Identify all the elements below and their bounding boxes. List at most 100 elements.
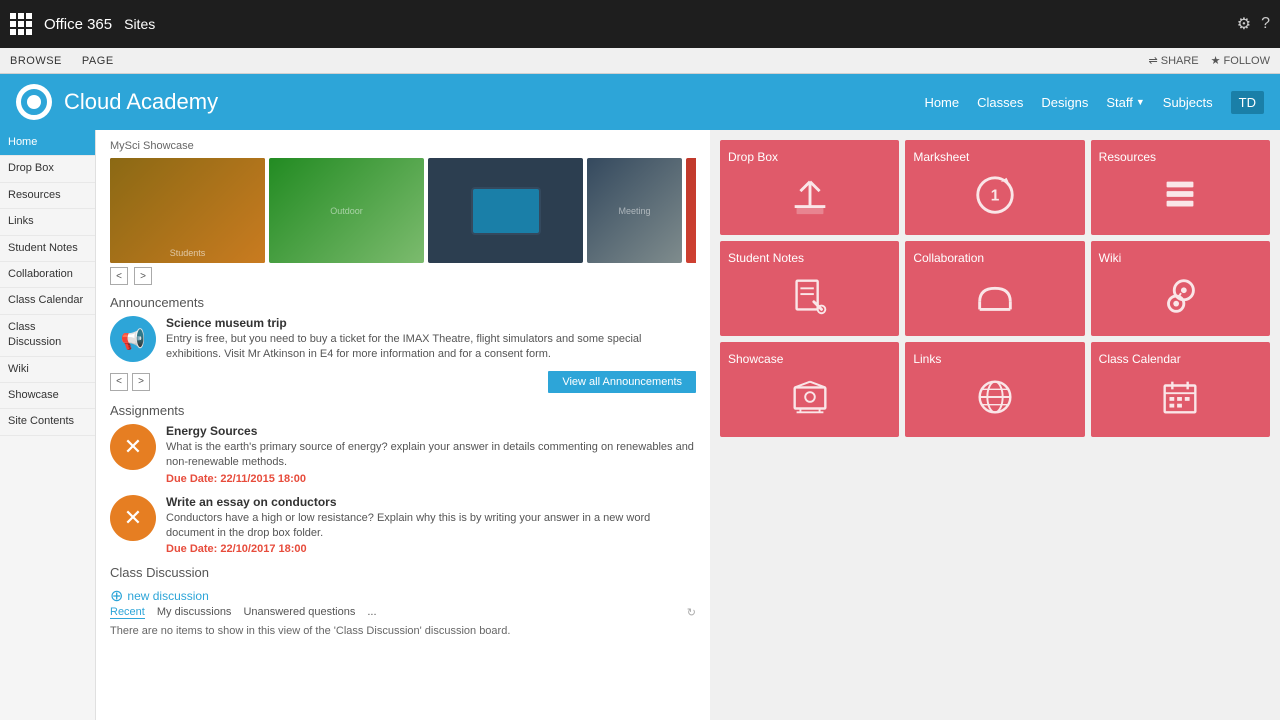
sites-label[interactable]: Sites <box>124 16 155 32</box>
main-layout: Home Drop Box Resources Links Student No… <box>0 130 1280 720</box>
tile-marksheet[interactable]: Marksheet 1 <box>905 140 1084 235</box>
sidebar-item-resources[interactable]: Resources <box>0 183 95 209</box>
tile-student-notes-label: Student Notes <box>728 251 804 265</box>
carousel-img-4: Meeting <box>587 158 682 263</box>
staff-dropdown-arrow: ▼ <box>1136 97 1145 107</box>
carousel-img-5: "I am not pretty,I am not beautiful,I am… <box>686 158 696 263</box>
assignment-2-content: Write an essay on conductors Conductors … <box>166 495 696 556</box>
help-icon[interactable]: ? <box>1261 15 1270 33</box>
plus-icon: ⊕ <box>110 586 123 606</box>
content-area: MySci Showcase Students Outdoor <box>96 130 710 720</box>
assignment-1-content: Energy Sources What is the earth's prima… <box>166 424 696 485</box>
share-action[interactable]: ⇌ SHARE <box>1148 54 1198 67</box>
waffle-menu[interactable] <box>10 13 32 35</box>
tile-dropbox-label: Drop Box <box>728 150 778 164</box>
sidebar-item-class-discussion[interactable]: Class Discussion <box>0 315 95 357</box>
loading-spinner: ↻ <box>687 606 696 619</box>
carousel-img-2: Outdoor <box>269 158 424 263</box>
tile-wiki[interactable]: Wiki <box>1091 241 1270 336</box>
nav-home[interactable]: Home <box>924 95 959 110</box>
announcement-controls: < > View all Announcements <box>110 371 696 393</box>
office365-label: Office 365 <box>44 16 112 33</box>
assignment-icon-1: ✕ <box>110 424 156 470</box>
ribbon-browse[interactable]: BROWSE <box>10 55 62 67</box>
tile-student-notes[interactable]: Student Notes <box>720 241 899 336</box>
tile-class-calendar[interactable]: Class Calendar <box>1091 342 1270 437</box>
tile-marksheet-label: Marksheet <box>913 150 969 164</box>
sidebar-item-links[interactable]: Links <box>0 209 95 235</box>
tile-class-calendar-label: Class Calendar <box>1099 352 1181 366</box>
assignment-1-body: What is the earth's primary source of en… <box>166 440 696 471</box>
assignment-2: ✕ Write an essay on conductors Conductor… <box>110 495 696 556</box>
carousel-next[interactable]: > <box>134 267 152 285</box>
sidebar-item-home[interactable]: Home <box>0 130 95 156</box>
assignment-1-title: Energy Sources <box>166 424 696 438</box>
carousel-prev[interactable]: < <box>110 267 128 285</box>
announcement-content: Science museum trip Entry is free, but y… <box>166 316 696 363</box>
calendar-icon <box>1157 374 1203 429</box>
sidebar-item-class-calendar[interactable]: Class Calendar <box>0 288 95 314</box>
tile-links-label: Links <box>913 352 941 366</box>
view-all-announcements[interactable]: View all Announcements <box>548 371 696 393</box>
dropbox-icon <box>787 172 833 227</box>
notes-icon <box>787 273 833 328</box>
sidebar-item-site-contents[interactable]: Site Contents <box>0 409 95 435</box>
top-bar: Office 365 Sites ⚙ ? <box>0 0 1280 48</box>
ann-prev[interactable]: < <box>110 373 128 391</box>
site-nav: Home Classes Designs Staff ▼ Subjects TD <box>924 91 1264 114</box>
sidebar: Home Drop Box Resources Links Student No… <box>0 130 96 720</box>
top-bar-right: ⚙ ? <box>1237 14 1270 34</box>
cross-icon-1: ✕ <box>124 434 142 460</box>
announcement-title: Science museum trip <box>166 316 696 330</box>
waffle-icon <box>10 13 32 35</box>
svg-text:1: 1 <box>991 188 1000 205</box>
disc-tab-more[interactable]: ... <box>367 606 376 619</box>
site-title: Cloud Academy <box>64 89 218 115</box>
tile-dropbox[interactable]: Drop Box <box>720 140 899 235</box>
ribbon-page[interactable]: PAGE <box>82 55 114 67</box>
carousel-img-3 <box>428 158 583 263</box>
settings-icon[interactable]: ⚙ <box>1237 14 1251 34</box>
disc-tab-unanswered[interactable]: Unanswered questions <box>243 606 355 619</box>
discussion-empty: There are no items to show in this view … <box>110 625 696 637</box>
nav-user[interactable]: TD <box>1231 91 1264 114</box>
sidebar-item-wiki[interactable]: Wiki <box>0 357 95 383</box>
megaphone-icon: 📢 <box>121 327 146 352</box>
tile-showcase-label: Showcase <box>728 352 783 366</box>
ann-nav: < > <box>110 373 150 391</box>
sidebar-item-dropbox[interactable]: Drop Box <box>0 156 95 182</box>
nav-staff[interactable]: Staff ▼ <box>1106 95 1144 110</box>
nav-subjects[interactable]: Subjects <box>1163 95 1213 110</box>
showcase-icon <box>787 374 833 429</box>
sidebar-item-showcase[interactable]: Showcase <box>0 383 95 409</box>
tile-resources[interactable]: Resources <box>1091 140 1270 235</box>
links-icon <box>972 374 1018 429</box>
assignments-title: Assignments <box>110 403 696 418</box>
right-panel: Drop Box Marksheet 1 <box>710 130 1280 720</box>
announcement-item: 📢 Science museum trip Entry is free, but… <box>110 316 696 363</box>
assignment-icon-2: ✕ <box>110 495 156 541</box>
assignment-2-due: Due Date: 22/10/2017 18:00 <box>166 543 696 555</box>
announcement-icon: 📢 <box>110 316 156 362</box>
nav-classes[interactable]: Classes <box>977 95 1023 110</box>
marksheet-icon: 1 <box>972 172 1018 227</box>
ann-next[interactable]: > <box>132 373 150 391</box>
tile-links[interactable]: Links <box>905 342 1084 437</box>
site-logo <box>16 84 52 120</box>
nav-designs[interactable]: Designs <box>1041 95 1088 110</box>
announcement-body: Entry is free, but you need to buy a tic… <box>166 332 696 363</box>
carousel: Students Outdoor Meeting "I am <box>110 158 696 263</box>
tile-collaboration-label: Collaboration <box>913 251 984 265</box>
assignment-1: ✕ Energy Sources What is the earth's pri… <box>110 424 696 485</box>
tile-collaboration[interactable]: Collaboration <box>905 241 1084 336</box>
new-discussion-button[interactable]: ⊕ new discussion <box>110 586 696 606</box>
sidebar-item-collaboration[interactable]: Collaboration <box>0 262 95 288</box>
tile-showcase[interactable]: Showcase <box>720 342 899 437</box>
sidebar-item-student-notes[interactable]: Student Notes <box>0 236 95 262</box>
tiles-grid: Drop Box Marksheet 1 <box>720 140 1270 437</box>
announcements-title: Announcements <box>110 295 696 310</box>
disc-tab-mine[interactable]: My discussions <box>157 606 232 619</box>
tile-wiki-label: Wiki <box>1099 251 1122 265</box>
follow-action[interactable]: ★ FOLLOW <box>1211 54 1270 67</box>
disc-tab-recent[interactable]: Recent <box>110 606 145 619</box>
